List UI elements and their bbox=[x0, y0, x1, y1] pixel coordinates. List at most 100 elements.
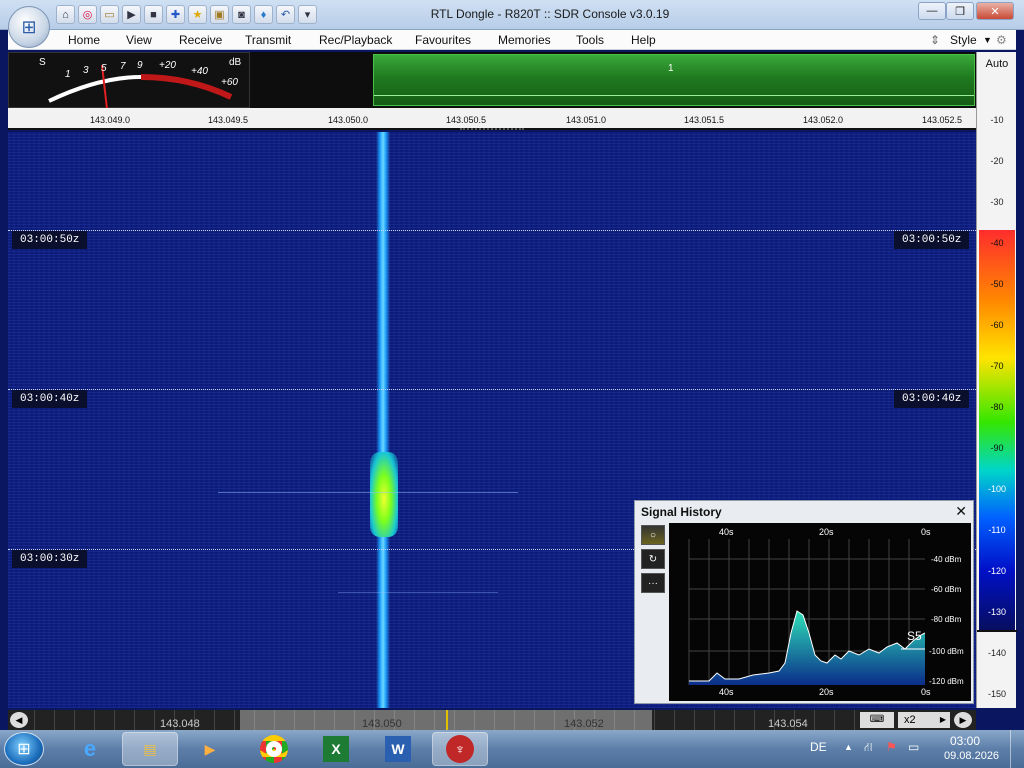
more-icon[interactable]: ··· bbox=[641, 573, 665, 593]
db-scale[interactable]: Auto -10 -20 -30 -40 -50 -60 -70 -80 -90… bbox=[976, 52, 1017, 708]
time-gridline bbox=[8, 389, 976, 390]
play-icon[interactable]: ▶ bbox=[122, 5, 141, 24]
menu-view[interactable]: View bbox=[126, 33, 152, 47]
history-y-label: -40 dBm bbox=[931, 555, 962, 564]
style-dropdown-icon[interactable]: ▼ bbox=[983, 35, 992, 45]
db-tick: -50 bbox=[990, 279, 1004, 289]
interference-line bbox=[218, 492, 518, 493]
signal-history-toolbar: ○ ↻ ··· bbox=[641, 525, 667, 621]
menu-memories[interactable]: Memories bbox=[498, 33, 551, 47]
explorer-icon[interactable]: ▤ bbox=[122, 732, 178, 766]
time-gridline bbox=[8, 230, 976, 231]
taskbar: ⊞ e ▤ ▶ X W ♆ DE ▲ ⛙ ⚑ ▭ 03:00 09.08.202… bbox=[0, 730, 1024, 768]
ie-icon[interactable]: e bbox=[62, 732, 118, 766]
history-x-bottom-label: 0s bbox=[921, 687, 931, 697]
history-x-top-label: 0s bbox=[921, 527, 931, 537]
style-spinner-icon[interactable]: ⇕ bbox=[930, 33, 940, 47]
db-tick: -130 bbox=[987, 607, 1006, 617]
scroll-right-icon[interactable]: ▶ bbox=[954, 712, 972, 728]
frequency-ruler[interactable]: 143.049.0 143.049.5 143.050.0 143.050.5 … bbox=[8, 108, 976, 130]
clock-time[interactable]: 03:00 bbox=[950, 734, 980, 748]
s-meter: S dB 1 3 5 7 9 +20 +40 +60 bbox=[8, 52, 250, 110]
app-logo-icon: ⊞ bbox=[21, 16, 37, 37]
history-x-bottom-label: 20s bbox=[819, 687, 834, 697]
menu-help[interactable]: Help bbox=[631, 33, 656, 47]
ruler-label: 143.051.5 bbox=[684, 115, 725, 125]
media-player-icon[interactable]: ▶ bbox=[182, 732, 238, 766]
show-desktop-button[interactable] bbox=[1010, 730, 1024, 768]
undo-icon[interactable]: ↶ bbox=[276, 5, 295, 24]
signal-history-plot: 40s 20s 0s 40s 20s 0s -40 dBm -60 dBm -8… bbox=[669, 523, 971, 701]
db-scale-divider bbox=[977, 630, 1017, 632]
menu-receive[interactable]: Receive bbox=[179, 33, 222, 47]
usb-icon[interactable]: ⛙ bbox=[864, 740, 872, 756]
camera-icon[interactable]: ◙ bbox=[232, 5, 251, 24]
history-x-top-label: 20s bbox=[819, 527, 834, 537]
flag-icon[interactable]: ⚑ bbox=[886, 740, 897, 754]
db-tick: -10 bbox=[990, 115, 1004, 125]
lifebuoy-icon[interactable]: ◎ bbox=[78, 5, 97, 24]
menu-home[interactable]: Home bbox=[68, 33, 100, 47]
tuning-position-marker bbox=[446, 710, 448, 730]
s-meter-s-label: S bbox=[39, 57, 46, 68]
zoom-selector[interactable]: x2 ▶ bbox=[898, 712, 950, 728]
refresh-icon[interactable]: ↻ bbox=[641, 549, 665, 569]
channel-passband[interactable]: 1 bbox=[373, 54, 975, 106]
chrome-icon[interactable] bbox=[246, 732, 302, 766]
folder-icon[interactable]: ▭ bbox=[100, 5, 119, 24]
signal-history-chart bbox=[688, 539, 926, 685]
lock-icon[interactable]: ▣ bbox=[210, 5, 229, 24]
menu-rec-playback[interactable]: Rec/Playback bbox=[319, 33, 392, 47]
db-tick: -60 bbox=[990, 320, 1004, 330]
signal-history-title: Signal History bbox=[641, 505, 722, 519]
tuning-bar[interactable]: ◀ 143.048 143.050 143.052 143.054 ⌨ x2 ▶… bbox=[8, 710, 976, 730]
settings-gear-icon[interactable]: ⚙ bbox=[996, 33, 1007, 47]
menu-tools[interactable]: Tools bbox=[576, 33, 604, 47]
menu-favourites[interactable]: Favourites bbox=[415, 33, 471, 47]
clock-date[interactable]: 09.08.2026 bbox=[944, 750, 999, 762]
home-icon[interactable]: ⌂ bbox=[56, 5, 75, 24]
star-icon[interactable]: ★ bbox=[188, 5, 207, 24]
ruler-label: 143.050.5 bbox=[446, 115, 487, 125]
sdr-console-icon[interactable]: ♆ bbox=[432, 732, 488, 766]
close-icon[interactable]: ✕ bbox=[976, 2, 1014, 20]
auto-range-button[interactable]: Auto bbox=[977, 58, 1017, 70]
system-tray: DE ▲ ⛙ ⚑ ▭ 03:00 09.08.2026 bbox=[804, 730, 1024, 768]
app-menu-button[interactable]: ⊞ bbox=[8, 6, 50, 48]
start-button[interactable]: ⊞ bbox=[4, 732, 44, 766]
language-indicator[interactable]: DE bbox=[810, 740, 827, 754]
plus-icon[interactable]: ✚ bbox=[166, 5, 185, 24]
minimize-icon[interactable]: — bbox=[918, 2, 946, 20]
record-icon[interactable]: ○ bbox=[641, 525, 665, 545]
drop-icon[interactable]: ♦ bbox=[254, 5, 273, 24]
quick-access-toolbar: ⌂ ◎ ▭ ▶ ■ ✚ ★ ▣ ◙ ♦ ↶ ▾ bbox=[56, 5, 317, 25]
signal-history-panel[interactable]: Signal History ✕ ○ ↻ ··· 40s 20s 0s 40s … bbox=[634, 500, 974, 704]
dropdown-icon[interactable]: ▾ bbox=[298, 5, 317, 24]
s-meter-scale-5: 5 bbox=[101, 63, 107, 74]
db-tick: -140 bbox=[987, 648, 1006, 658]
title-bar: ⌂ ◎ ▭ ▶ ■ ✚ ★ ▣ ◙ ♦ ↶ ▾ RTL Dongle - R82… bbox=[0, 0, 1024, 30]
ruler-label: 143.049.0 bbox=[90, 115, 131, 125]
history-y-label: -80 dBm bbox=[931, 615, 962, 624]
tray-expand-icon[interactable]: ▲ bbox=[844, 742, 853, 752]
sdr-logo: ♆ bbox=[446, 735, 474, 763]
ruler-label: 143.050.0 bbox=[328, 115, 369, 125]
excel-icon[interactable]: X bbox=[308, 732, 364, 766]
db-tick: -90 bbox=[990, 443, 1004, 453]
s-meter-db-label: dB bbox=[229, 57, 242, 68]
channel-marker: 1 bbox=[668, 63, 674, 74]
maximize-icon[interactable]: ❐ bbox=[946, 2, 974, 20]
scroll-left-icon[interactable]: ◀ bbox=[10, 712, 28, 728]
style-menu[interactable]: Style bbox=[950, 33, 977, 47]
keyboard-icon[interactable]: ⌨ bbox=[860, 712, 894, 728]
signal-peak bbox=[370, 452, 398, 537]
ruler-label: 143.049.5 bbox=[208, 115, 249, 125]
windows-logo-icon: ⊞ bbox=[17, 741, 31, 758]
network-icon[interactable]: ▭ bbox=[908, 740, 919, 754]
close-icon[interactable]: ✕ bbox=[955, 503, 967, 520]
splitter-handle[interactable] bbox=[460, 128, 524, 130]
stop-icon[interactable]: ■ bbox=[144, 5, 163, 24]
db-tick: -120 bbox=[987, 566, 1006, 576]
word-icon[interactable]: W bbox=[370, 732, 426, 766]
menu-transmit[interactable]: Transmit bbox=[245, 33, 291, 47]
